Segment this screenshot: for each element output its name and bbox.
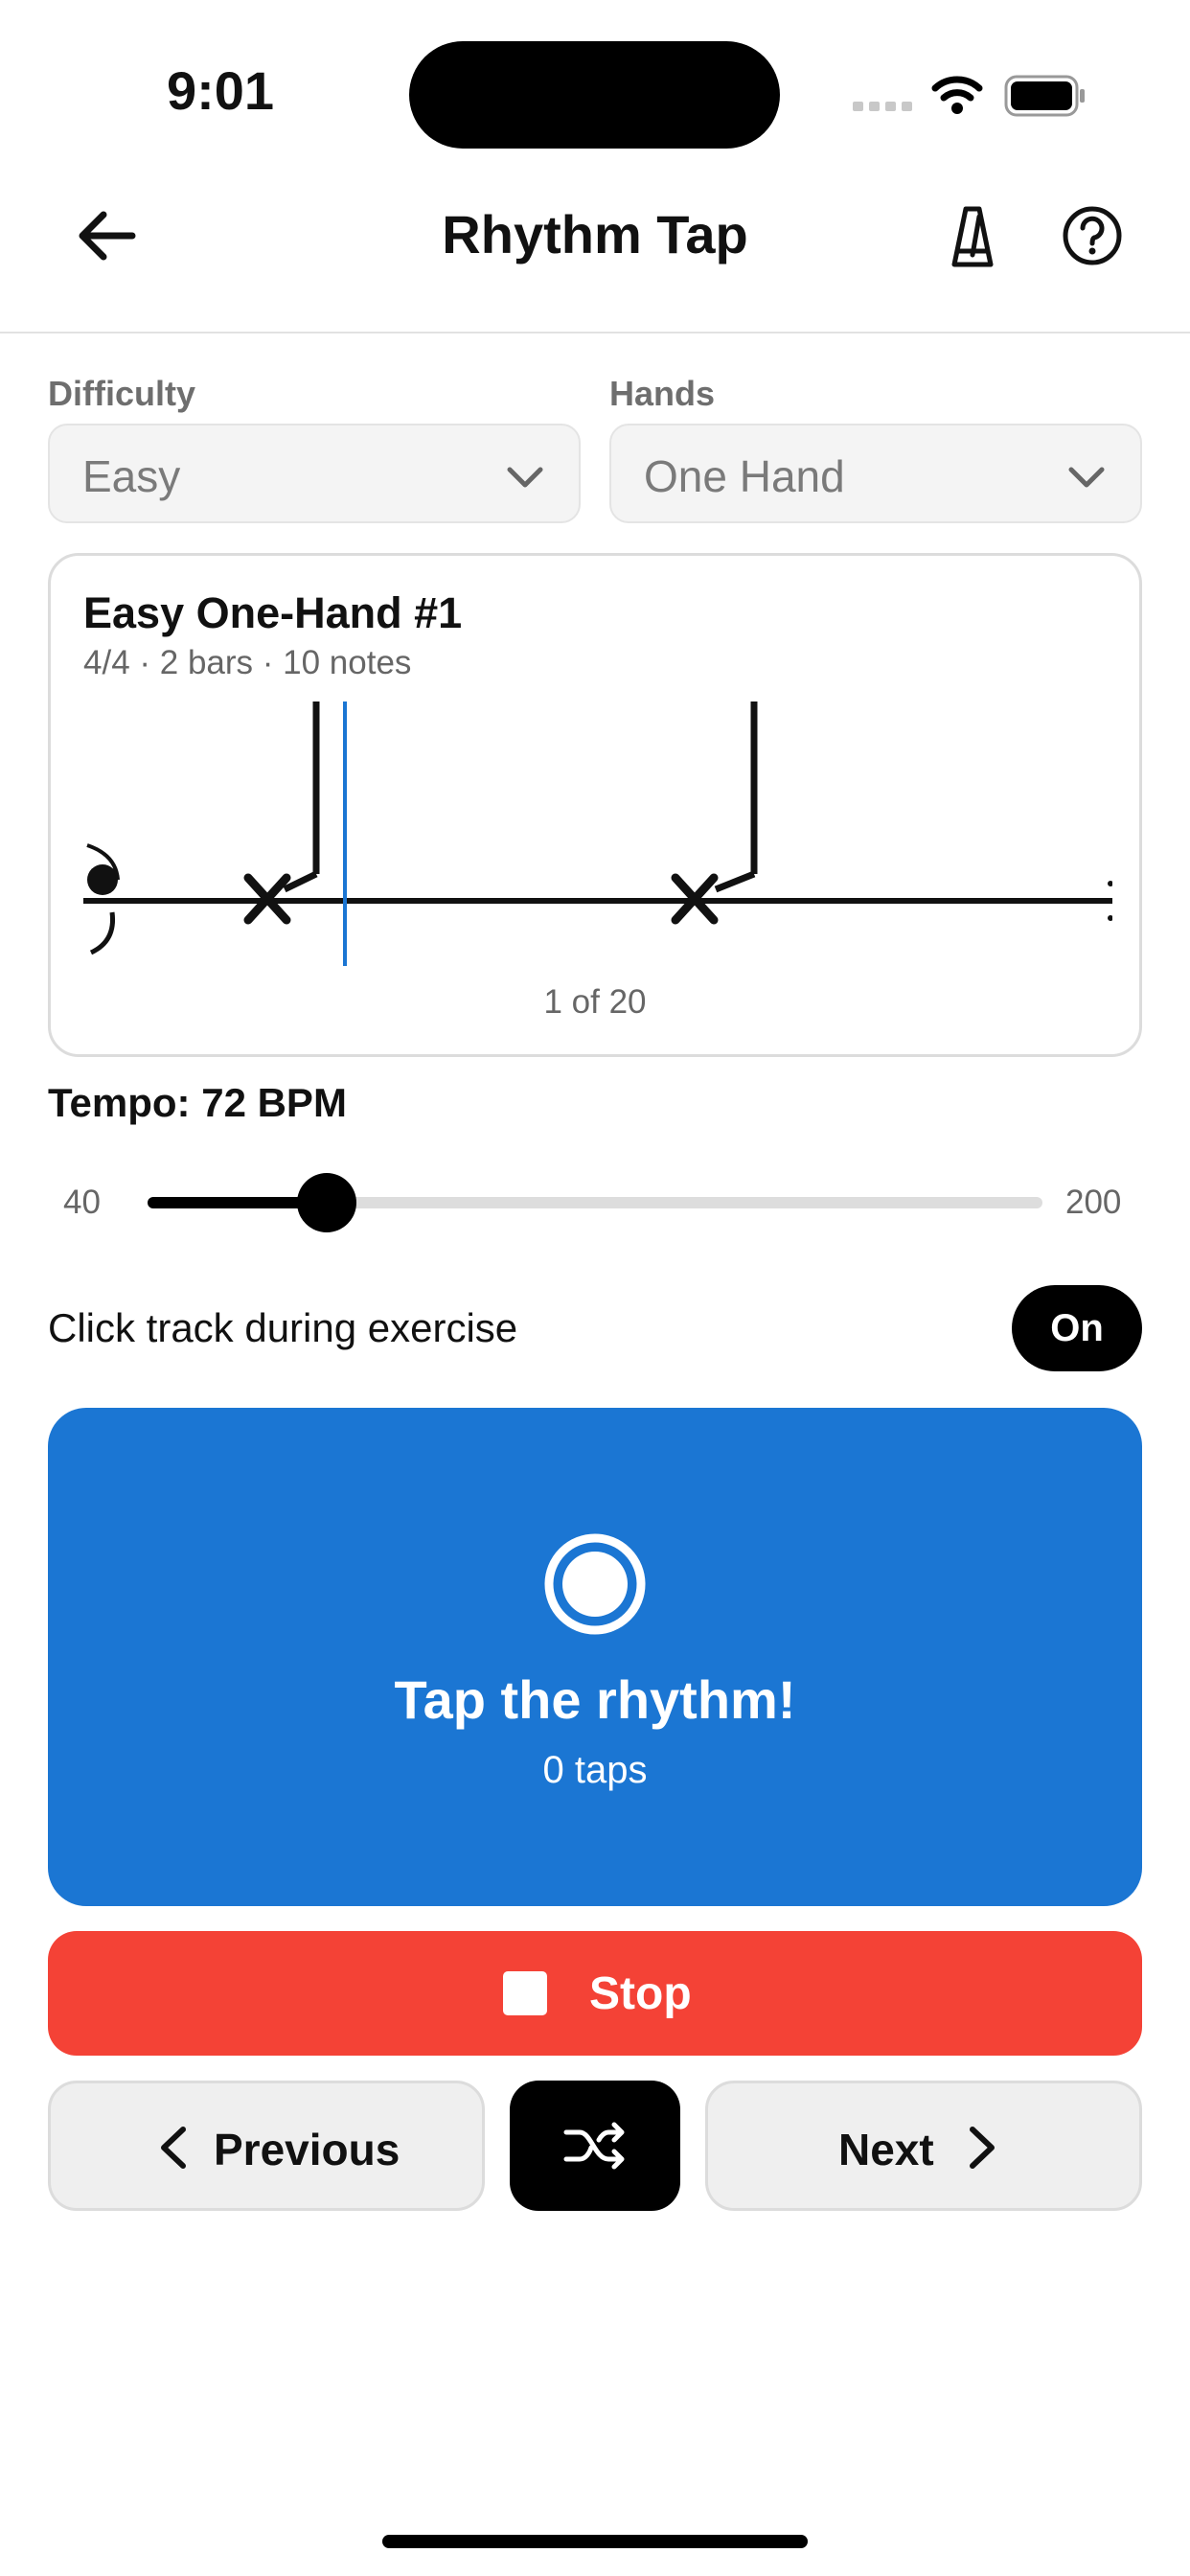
exercise-position: 1 of 20 (543, 983, 647, 1021)
shuffle-button[interactable] (510, 2081, 680, 2211)
previous-button[interactable]: Previous (48, 2081, 485, 2211)
page-title: Rhythm Tap (442, 204, 748, 264)
next-label: Next (838, 2125, 934, 2174)
status-time: 9:01 (166, 60, 275, 121)
metronome-icon[interactable] (950, 203, 995, 270)
exercise-title: Easy One-Hand #1 (83, 588, 463, 637)
exercise-card: Easy One-Hand #1 4/4 · 2 bars · 10 notes… (48, 553, 1142, 1057)
next-button[interactable]: Next (705, 2081, 1142, 2211)
tap-area[interactable]: Tap the rhythm! 0 taps (48, 1408, 1142, 1906)
dynamic-island (409, 41, 780, 149)
chevron-down-icon (1068, 467, 1105, 488)
tempo-label: Tempo: 72 BPM (48, 1080, 347, 1125)
wifi-icon (931, 76, 983, 114)
chevron-right-icon (970, 2127, 995, 2169)
cellular-signal-icon (853, 102, 912, 111)
header-divider (0, 332, 1190, 334)
exercise-meta: 4/4 · 2 bars · 10 notes (83, 644, 412, 681)
shuffle-icon (563, 2122, 625, 2170)
stop-icon (503, 1971, 547, 2015)
tempo-max-label: 200 (1065, 1184, 1122, 1221)
hands-select[interactable]: One Hand (609, 424, 1142, 523)
rhythm-notation (83, 702, 1112, 966)
difficulty-value: Easy (82, 451, 181, 501)
stop-label: Stop (589, 1968, 692, 2019)
click-track-toggle[interactable]: On (1012, 1285, 1142, 1371)
difficulty-select[interactable]: Easy (48, 424, 581, 523)
tempo-slider-thumb[interactable] (296, 1173, 356, 1232)
circle-target-icon (544, 1533, 646, 1635)
tempo-min-label: 40 (63, 1184, 101, 1221)
hands-value: One Hand (644, 451, 845, 501)
chevron-left-icon (161, 2127, 186, 2169)
battery-icon (1004, 75, 1085, 117)
hands-label: Hands (609, 374, 716, 413)
difficulty-label: Difficulty (48, 374, 196, 413)
stop-button[interactable]: Stop (48, 1931, 1142, 2056)
previous-label: Previous (214, 2125, 400, 2174)
click-track-label: Click track during exercise (48, 1305, 518, 1350)
tap-count: 0 taps (542, 1749, 648, 1791)
tap-instruction: Tap the rhythm! (394, 1669, 796, 1730)
chevron-down-icon (507, 467, 543, 488)
help-circle-icon[interactable] (1062, 205, 1123, 266)
home-indicator (382, 2535, 808, 2548)
